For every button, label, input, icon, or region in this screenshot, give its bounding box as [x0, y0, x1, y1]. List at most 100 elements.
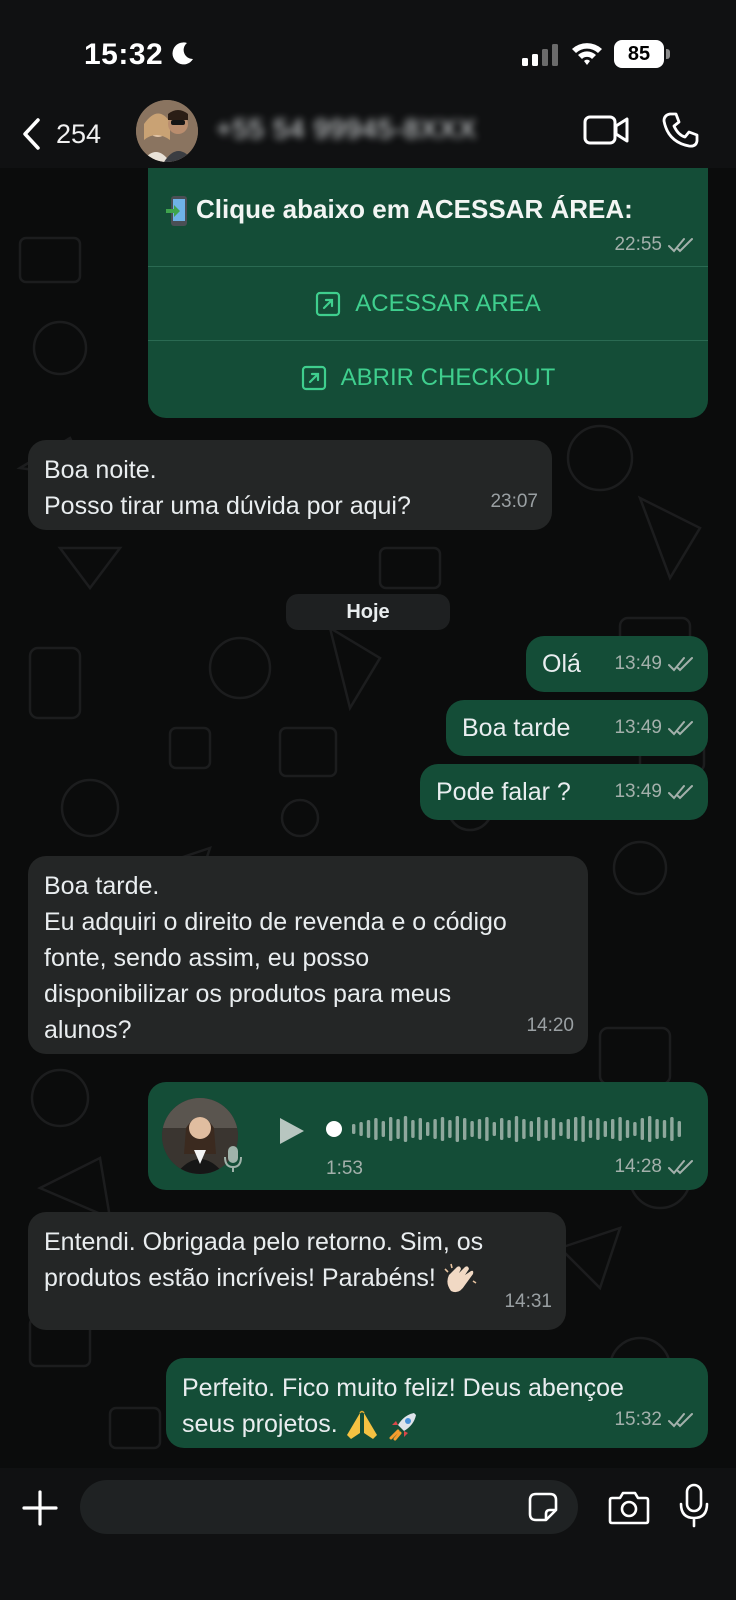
message-line: Posso tirar uma dúvida por aqui? [44, 492, 411, 520]
wifi-icon [572, 43, 602, 65]
waveform-bar [670, 1117, 674, 1141]
unread-count: 254 [56, 118, 102, 149]
chat-area[interactable]: Clique abaixo em ACESSAR ÁREA: 22:55 ACE… [0, 168, 736, 1468]
status-bar: 15:32 85 [0, 0, 736, 100]
message-meta: 13:49 [614, 774, 694, 810]
battery-level: 85 [614, 40, 664, 68]
waveform-bar [566, 1119, 570, 1139]
card-meta: 22:55 [614, 234, 694, 256]
waveform-bar [352, 1124, 356, 1134]
signal-icon [522, 44, 558, 66]
external-link-icon [301, 365, 326, 391]
abrir-checkout-label: ABRIR CHECKOUT [340, 364, 556, 391]
message-time: 13:49 [614, 653, 662, 674]
back-button[interactable]: 254 [20, 112, 120, 156]
incoming-message[interactable]: Boa tarde. Eu adquiri o direito de reven… [28, 856, 588, 1054]
rocket-icon [389, 1413, 416, 1441]
voice-duration: 1:53 [326, 1158, 363, 1179]
button-message-card: Clique abaixo em ACESSAR ÁREA: 22:55 ACE… [148, 168, 708, 418]
sticker-icon[interactable] [526, 1490, 560, 1524]
card-title: Clique abaixo em ACESSAR ÁREA: [166, 194, 633, 227]
mic-icon[interactable] [678, 1482, 710, 1530]
message-line: alunos? [44, 1016, 132, 1044]
voice-call-icon[interactable] [660, 110, 700, 150]
outgoing-message[interactable]: Pode falar ? 13:49 [420, 764, 708, 820]
read-ticks-icon [668, 721, 693, 736]
waveform-bar [455, 1116, 459, 1142]
mic-badge-icon [224, 1146, 242, 1172]
read-ticks-icon [668, 657, 693, 672]
waveform-bar [359, 1122, 363, 1136]
message-text: Boa tarde [462, 714, 571, 742]
message-line: Boa tarde. [44, 872, 160, 900]
external-link-icon [316, 291, 341, 317]
message-line: seus projetos. [182, 1410, 338, 1438]
plus-icon[interactable] [20, 1488, 60, 1528]
audio-waveform[interactable] [326, 1112, 686, 1146]
message-meta: 23:07 [490, 484, 538, 520]
waveform-bar [655, 1119, 659, 1139]
video-call-icon[interactable] [582, 112, 630, 148]
message-meta: 13:49 [614, 710, 694, 746]
waveform-bar [440, 1117, 445, 1141]
back-icon [23, 118, 40, 150]
waveform-bar [618, 1117, 622, 1141]
waveform-bar [470, 1121, 474, 1137]
message-meta: 13:49 [614, 646, 694, 682]
waveform-bar [522, 1119, 526, 1139]
outgoing-message[interactable]: Olá 13:49 [526, 636, 708, 692]
waveform-bar [677, 1121, 681, 1137]
abrir-checkout-button[interactable]: ABRIR CHECKOUT [148, 342, 708, 414]
waveform-bar [596, 1118, 600, 1140]
message-time: 13:49 [614, 781, 662, 802]
waveform-bar [426, 1122, 430, 1136]
acessar-area-button[interactable]: ACESSAR AREA [148, 268, 708, 340]
waveform-bar [463, 1118, 467, 1140]
playback-scrubber[interactable] [326, 1121, 342, 1137]
waveform-bar [507, 1120, 511, 1138]
waveform-bar [485, 1117, 489, 1141]
outgoing-message[interactable]: Perfeito. Fico muito feliz! Deus abençoe… [166, 1358, 708, 1448]
message-input[interactable] [80, 1480, 578, 1534]
chat-header: 254 +55 54 99945-8XXX [0, 100, 736, 168]
contact-avatar[interactable] [136, 100, 198, 162]
waveform-bar [403, 1116, 408, 1142]
camera-icon[interactable] [608, 1488, 650, 1526]
waveform-bar [603, 1121, 607, 1137]
voice-message[interactable]: 1:53 14:28 [148, 1082, 708, 1190]
message-text: Pode falar ? [436, 778, 571, 806]
message-line: fonte, sendo assim, eu posso [44, 944, 370, 972]
whatsapp-screen: 15:32 85 254 +55 54 99945-8XXX Clique ab… [0, 0, 736, 1600]
message-time: 14:31 [504, 1291, 552, 1312]
message-line: produtos estão incríveis! Parabéns! [44, 1264, 436, 1292]
waveform-bar [514, 1116, 519, 1142]
incoming-message[interactable]: Entendi. Obrigada pelo retorno. Sim, os … [28, 1212, 566, 1330]
incoming-message[interactable]: Boa noite. Posso tirar uma dúvida por aq… [28, 440, 552, 530]
waveform-bar [374, 1118, 378, 1140]
clapping-hands-icon [444, 1264, 477, 1293]
card-divider [148, 266, 708, 267]
waveform-bar [396, 1119, 400, 1139]
waveform-bar [574, 1117, 578, 1141]
outgoing-message[interactable]: Boa tarde 13:49 [446, 700, 708, 756]
message-time: 13:49 [614, 717, 662, 738]
waveform-bar [611, 1119, 615, 1139]
play-icon[interactable] [276, 1116, 306, 1146]
waveform-bar [648, 1116, 652, 1142]
message-time: 15:32 [614, 1409, 662, 1430]
avatar-photo [136, 100, 198, 162]
message-time: 14:28 [614, 1156, 662, 1177]
waveform-bar [381, 1121, 385, 1137]
message-line: Eu adquiri o direito de revenda e o códi… [44, 908, 507, 936]
waveform-bar [551, 1118, 556, 1140]
read-ticks-icon [668, 1160, 693, 1175]
message-text: Olá [542, 650, 581, 678]
waveform-bar [433, 1119, 437, 1139]
message-time: 14:20 [526, 1015, 574, 1036]
contact-name[interactable]: +55 54 99945-8XXX [216, 114, 477, 145]
mobile-phone-arrow-icon [166, 196, 187, 227]
waveform-bar [366, 1120, 371, 1138]
card-title-text: Clique abaixo em ACESSAR ÁREA: [196, 194, 633, 224]
message-meta: 15:32 [614, 1402, 694, 1438]
waveform-bar [640, 1118, 644, 1140]
